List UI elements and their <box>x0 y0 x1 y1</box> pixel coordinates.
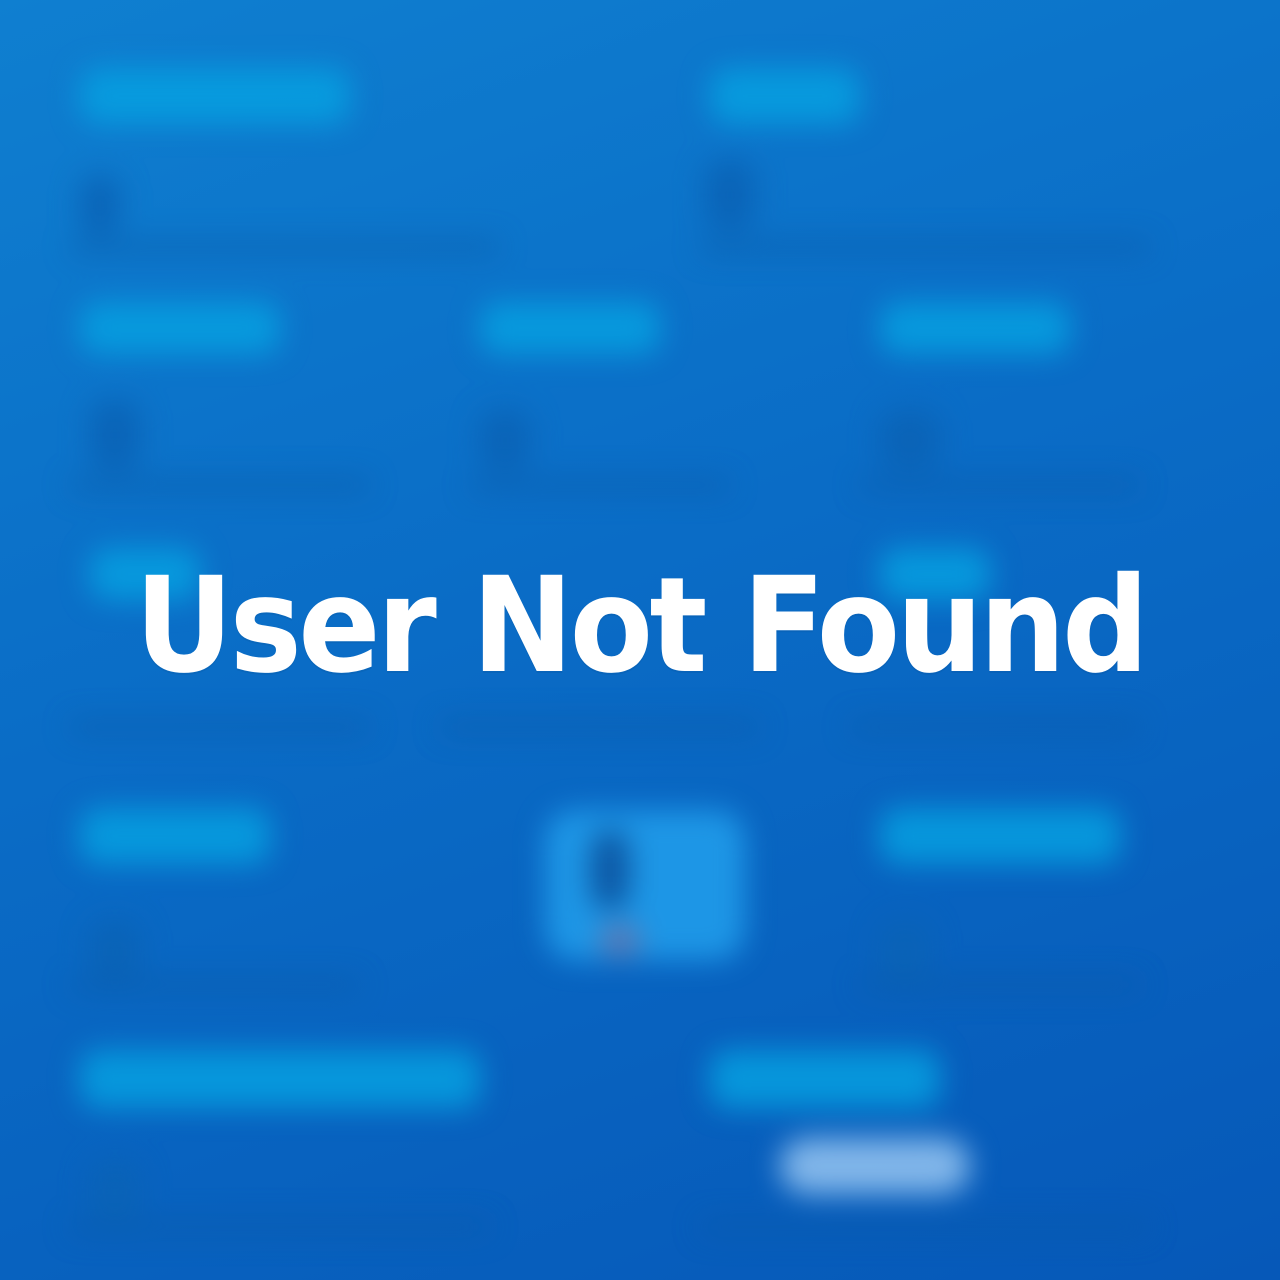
blurred-stat-label <box>480 302 660 354</box>
blurred-stat-value <box>90 400 140 470</box>
blurred-divider <box>70 978 360 992</box>
blurred-stat-label <box>80 808 270 864</box>
blurred-stat-value <box>880 920 930 980</box>
blurred-stat-label <box>80 68 350 124</box>
blurred-badge <box>780 1138 970 1194</box>
blurred-character-detail <box>590 830 630 910</box>
blurred-divider <box>860 978 1140 992</box>
blurred-divider <box>860 478 1140 492</box>
blurred-divider <box>70 1220 490 1234</box>
blurred-stat-label <box>880 302 1070 354</box>
blurred-divider <box>700 240 1150 254</box>
blurred-stat-value <box>880 410 940 470</box>
blurred-divider <box>70 240 500 254</box>
blurred-character-figure <box>545 810 745 960</box>
blurred-divider <box>470 478 730 492</box>
blurred-divider <box>850 720 1140 734</box>
blurred-character-detail <box>600 925 640 955</box>
blurred-divider <box>70 478 370 492</box>
blurred-stat-value <box>90 920 140 980</box>
blurred-divider <box>70 720 370 734</box>
blurred-stat-label <box>710 68 860 124</box>
blurred-divider <box>440 720 760 734</box>
blurred-stat-label <box>80 302 280 354</box>
blurred-stat-value <box>705 160 755 230</box>
blurred-stat-value <box>480 410 530 470</box>
blurred-stat-label <box>80 1050 480 1108</box>
user-not-found-message: User Not Found <box>134 549 1149 703</box>
blurred-stat-value <box>80 175 120 235</box>
blurred-stat-label <box>710 1050 940 1108</box>
blurred-divider <box>700 1220 1150 1234</box>
blurred-stat-value <box>90 1160 140 1220</box>
blurred-stat-label <box>880 808 1120 864</box>
